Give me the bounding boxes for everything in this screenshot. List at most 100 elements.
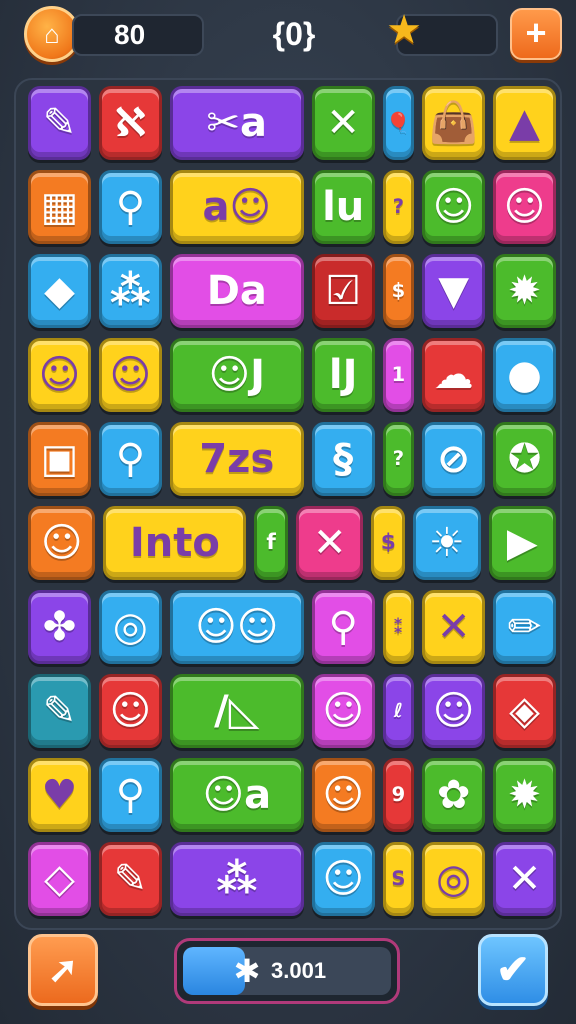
tile-letter-face-icon[interactable]: a☺	[169, 170, 304, 244]
tile-ruler-icon[interactable]: /◺	[169, 674, 304, 748]
tile-monster-face-icon[interactable]: ☺	[493, 170, 556, 244]
tile-blob-face-icon[interactable]: ☺	[422, 170, 486, 244]
tile-number-icon[interactable]: 1	[382, 338, 415, 412]
tile-confetti-icon[interactable]: ⁑	[382, 590, 415, 664]
leaf-icon: ✿	[436, 772, 471, 818]
tile-squiggle-icon[interactable]: ℓ	[382, 674, 415, 748]
tile-twin-faces-icon[interactable]: ☺☺	[169, 590, 304, 664]
tile-bug-face-icon[interactable]: ☺	[311, 674, 375, 748]
add-button[interactable]: +	[510, 8, 562, 60]
back-button[interactable]: ➚	[28, 934, 98, 1006]
tile-letters-block-icon[interactable]: Da	[169, 254, 304, 328]
kite-icon: ◇	[44, 856, 75, 902]
tile-fish-letter-icon[interactable]: ☺J	[169, 338, 304, 412]
tile-letters-icon[interactable]: lJ	[311, 338, 375, 412]
tile-dots-icon[interactable]: ⁂	[98, 254, 162, 328]
magnifier-icon: ⚲	[115, 772, 146, 818]
hook-icon: ?	[392, 195, 405, 219]
tile-sun-icon[interactable]: ☀	[413, 506, 481, 580]
tile-dollar-icon[interactable]: $	[382, 254, 415, 328]
tile-sun-icon[interactable]: ✹	[493, 254, 556, 328]
tile-crossed-tools-icon[interactable]: ✕	[311, 86, 375, 160]
tile-flower-icon[interactable]: ✤	[28, 590, 91, 664]
tile-magnifier-icon[interactable]: ⚲	[98, 758, 162, 832]
dropper-icon: ✎	[113, 856, 148, 902]
check-icon: ✔	[496, 948, 530, 992]
tile-brush-icon[interactable]: ✎	[28, 86, 91, 160]
tile-rocket-icon[interactable]: ◈	[493, 674, 556, 748]
magnifier-icon: ⚲	[115, 436, 146, 482]
tile-paddle-icon[interactable]: ⚲	[311, 590, 375, 664]
tile-pencil-tip-icon[interactable]: ▶	[488, 506, 556, 580]
tile-dots-icon[interactable]: ⁂	[169, 842, 304, 916]
tile-scissors-icon[interactable]: ✂a	[169, 86, 304, 160]
cat-face-icon: ☺	[38, 352, 81, 398]
letter-f-icon: f	[266, 530, 276, 556]
tile-kite-icon[interactable]: ◇	[28, 842, 91, 916]
tile-number-icon[interactable]: 9	[382, 758, 415, 832]
tile-letter-f-icon[interactable]: f	[254, 506, 288, 580]
letter-s-icon: S	[391, 867, 406, 891]
heart-ring-icon: ♥	[41, 772, 78, 818]
tile-dropper-icon[interactable]: ✎	[98, 842, 162, 916]
tile-cross-icon[interactable]: ✕	[493, 842, 556, 916]
tile-letters-icon[interactable]: lu	[311, 170, 375, 244]
tile-gear-ring-icon[interactable]: ✪	[493, 422, 556, 496]
block-face-icon: ☺	[432, 688, 475, 734]
tile-dollar-icon[interactable]: $	[371, 506, 406, 580]
tile-popsicle-icon[interactable]: ◆	[28, 254, 91, 328]
tile-magnifier-icon[interactable]: ⚲	[98, 170, 162, 244]
brush-icon: ✎	[42, 100, 77, 146]
tile-sun-icon[interactable]: ✹	[493, 758, 556, 832]
tile-robot-icon[interactable]: ▣	[28, 422, 91, 496]
tile-checkbox-icon[interactable]: ☑	[311, 254, 375, 328]
tile-cat-face-icon[interactable]: ☺	[28, 506, 96, 580]
box-icon: ▦	[40, 184, 79, 230]
tile-letter-s-icon[interactable]: S	[382, 842, 415, 916]
tile-hook-icon[interactable]: ?	[382, 422, 415, 496]
tile-lollipop-icon[interactable]: ●	[493, 338, 556, 412]
tile-bag-icon[interactable]: 👜	[422, 86, 486, 160]
tile-balloon-icon[interactable]: 🎈	[382, 86, 415, 160]
bottom-bar: ➚ ✱ 3.001 ✔	[0, 930, 576, 1024]
tile-block-face-icon[interactable]: ☺	[422, 674, 486, 748]
tile-chat-bubble-icon[interactable]: ☁	[422, 338, 486, 412]
fruit-letter-icon: ☺a	[202, 772, 272, 818]
tile-hook-icon[interactable]: ?	[382, 170, 415, 244]
tile-ice-cream-icon[interactable]: ▼	[422, 254, 486, 328]
tile-squiggle-icon[interactable]: ℵ	[98, 86, 162, 160]
robot-icon: ▣	[40, 436, 79, 482]
tile-fruit-letter-icon[interactable]: ☺a	[169, 758, 304, 832]
confirm-button[interactable]: ✔	[478, 934, 548, 1006]
tile-creature-icon[interactable]: ☺	[311, 842, 375, 916]
tile-cat-face-icon[interactable]: ☺	[28, 338, 91, 412]
tile-magnifier-icon[interactable]: ⚲	[98, 422, 162, 496]
tile-triangle-icon[interactable]: ▲	[493, 86, 556, 160]
dollar-icon: $	[391, 279, 406, 303]
dots-icon: ⁂	[216, 856, 258, 902]
tile-word-tile-icon[interactable]: Into	[103, 506, 247, 580]
tile-no-sign-icon[interactable]: ⊘	[422, 422, 486, 496]
tile-cross-icon[interactable]: ✕	[422, 590, 486, 664]
progress-label: 3.001	[271, 958, 327, 983]
tile-cat-face-icon[interactable]: ☺	[98, 674, 162, 748]
tile-heart-ring-icon[interactable]: ♥	[28, 758, 91, 832]
checkbox-icon: ☑	[325, 268, 362, 314]
tile-cross-icon[interactable]: ✕	[296, 506, 364, 580]
tile-speech-face-icon[interactable]: ☺	[98, 338, 162, 412]
cat-face-icon: ☺	[109, 688, 152, 734]
flower-icon: ✤	[42, 604, 77, 650]
tile-alien-face-icon[interactable]: ☺	[311, 758, 375, 832]
tile-pencil-icon[interactable]: ✏	[493, 590, 556, 664]
tile-spiral-icon[interactable]: ◎	[98, 590, 162, 664]
chat-bubble-icon: ☁	[433, 352, 474, 398]
tile-box-icon[interactable]: ▦	[28, 170, 91, 244]
balloon-icon: 🎈	[386, 111, 411, 135]
tile-target-icon[interactable]: ◎	[422, 842, 486, 916]
tile-symbol-card-icon[interactable]: §	[311, 422, 375, 496]
tile-brush-icon[interactable]: ✎	[28, 674, 91, 748]
bug-face-icon: ☺	[322, 688, 365, 734]
tile-text-tile-icon[interactable]: 7zs	[169, 422, 304, 496]
tile-leaf-icon[interactable]: ✿	[422, 758, 486, 832]
arrow-icon: ➚	[47, 949, 79, 990]
